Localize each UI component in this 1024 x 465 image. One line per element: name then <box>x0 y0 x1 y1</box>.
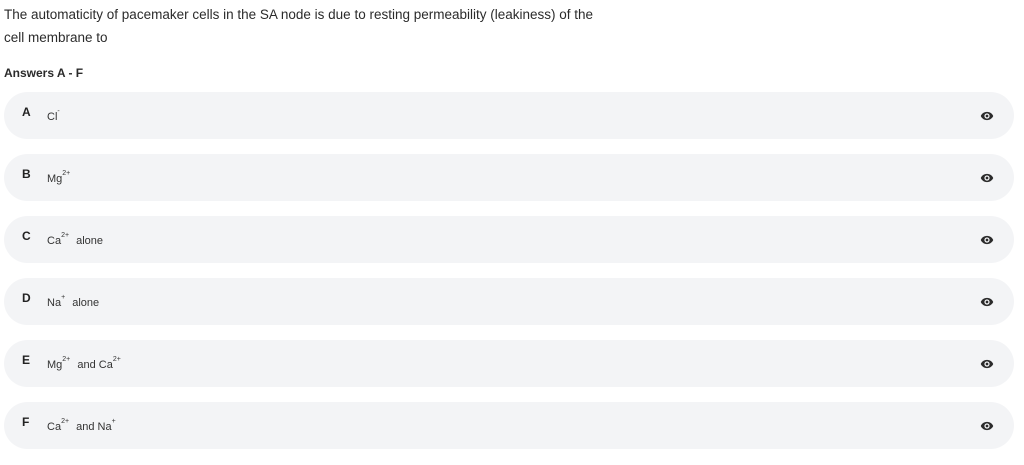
eye-icon[interactable] <box>980 357 994 371</box>
ion-symbol: Na <box>47 297 62 309</box>
ion-charge: 2+ <box>61 418 70 425</box>
question-line-1: The automaticity of pacemaker cells in t… <box>4 7 594 22</box>
option-text: Ca2+ and Na+ <box>47 418 116 433</box>
option-letter: F <box>22 415 30 429</box>
ion-symbol: Mg <box>47 173 63 185</box>
option-text: Na+ alone <box>47 294 100 309</box>
option-text: Cl- <box>47 108 60 123</box>
question-text: The automaticity of pacemaker cells in t… <box>4 3 624 49</box>
option-qualifier: alone <box>76 235 104 247</box>
answer-option-c[interactable]: C Ca2+ alone <box>4 216 1014 263</box>
question-line-2: cell membrane to <box>4 30 108 45</box>
option-letter: E <box>22 353 31 367</box>
option-letter: D <box>22 291 31 305</box>
option-text: Mg2+ <box>47 170 71 185</box>
ion-symbol: Ca <box>47 421 62 433</box>
option-qualifier: alone <box>72 297 100 309</box>
eye-icon[interactable] <box>980 171 994 185</box>
question-page: The automaticity of pacemaker cells in t… <box>0 0 1024 465</box>
ion-symbol: Mg <box>47 359 63 371</box>
ion-charge: + <box>111 418 116 425</box>
answers-heading: Answers A - F <box>4 66 84 80</box>
answer-option-b[interactable]: B Mg2+ <box>4 154 1014 201</box>
option-letter: C <box>22 229 31 243</box>
eye-icon[interactable] <box>980 419 994 433</box>
ion-charge: + <box>61 294 66 301</box>
ion-symbol: Na <box>97 421 112 433</box>
ion-symbol: Ca <box>98 359 113 371</box>
option-letter: B <box>22 167 31 181</box>
ion-charge: - <box>57 108 60 115</box>
ion-charge: 2+ <box>62 170 71 177</box>
option-text: Mg2+ and Ca2+ <box>47 356 121 371</box>
answer-option-a[interactable]: A Cl- <box>4 92 1014 139</box>
ion-symbol: Ca <box>47 235 62 247</box>
ion-charge: 2+ <box>62 356 71 363</box>
option-conjunction: and <box>77 359 99 371</box>
answer-option-f[interactable]: F Ca2+ and Na+ <box>4 402 1014 449</box>
ion-symbol: Cl <box>47 111 58 123</box>
answer-option-e[interactable]: E Mg2+ and Ca2+ <box>4 340 1014 387</box>
option-text: Ca2+ alone <box>47 232 104 247</box>
option-letter: A <box>22 105 31 119</box>
ion-charge: 2+ <box>112 356 121 363</box>
option-conjunction: and <box>76 421 98 433</box>
answer-option-d[interactable]: D Na+ alone <box>4 278 1014 325</box>
eye-icon[interactable] <box>980 233 994 247</box>
eye-icon[interactable] <box>980 109 994 123</box>
eye-icon[interactable] <box>980 295 994 309</box>
ion-charge: 2+ <box>61 232 70 239</box>
